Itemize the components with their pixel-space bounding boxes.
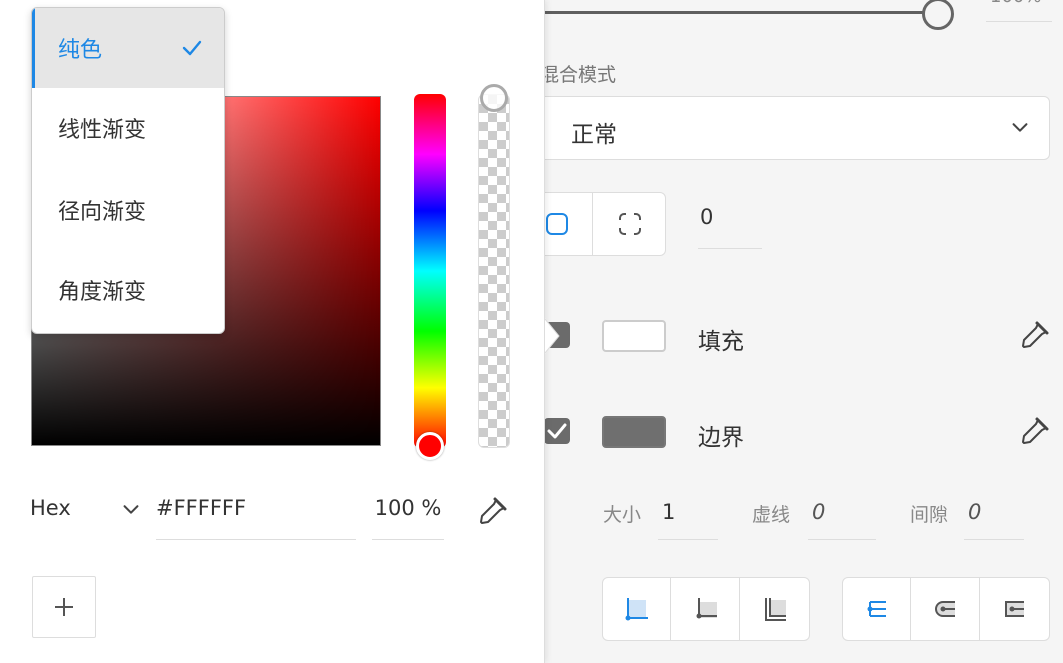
stroke-align-group [602,577,810,641]
cap-butt-button[interactable] [843,578,911,640]
eyedropper-icon[interactable] [1018,416,1050,448]
check-icon [182,40,202,56]
color-mode-select[interactable]: Hex [30,496,71,520]
stroke-align-center-button[interactable] [672,578,740,640]
gap-input[interactable]: 0 [964,498,1024,540]
cap-round-icon [934,601,955,617]
corner-radius-input[interactable]: 0 [698,205,762,249]
stroke-size-input[interactable]: 1 [658,498,718,540]
alpha-slider[interactable] [478,94,510,448]
blend-mode-label: 混合模式 [540,64,617,86]
hue-slider-handle[interactable] [416,432,444,460]
stroke-align-outside-button[interactable] [741,578,809,640]
menu-item-label: 径向渐变 [58,200,147,225]
blend-mode-value: 正常 [571,122,617,148]
fill-type-menu: 纯色 线性渐变 径向渐变 角度渐变 [31,7,225,334]
menu-item-linear-gradient[interactable]: 线性渐变 [32,88,224,168]
cap-round-button[interactable] [912,578,980,640]
chevron-down-icon[interactable] [120,498,142,520]
gap-label: 间隙 [910,504,949,526]
stroke-outside-icon [765,598,786,621]
opacity-slider-track[interactable] [520,11,940,14]
independent-corners-icon [619,213,641,235]
stroke-cap-group [842,577,1050,641]
fill-color-swatch[interactable] [602,320,666,352]
dash-label: 虚线 [752,504,791,526]
alpha-percent-input[interactable]: 100 % [372,490,444,540]
stroke-label: 边界 [698,425,744,451]
stroke-inside-icon [625,598,648,621]
opacity-value-field[interactable]: 100% [986,0,1052,22]
eyedropper-icon[interactable] [1018,320,1050,352]
menu-item-radial-gradient[interactable]: 径向渐变 [32,170,224,250]
stroke-color-swatch[interactable] [602,416,666,448]
plus-icon [55,598,73,616]
stroke-center-icon [696,598,717,619]
menu-item-label: 角度渐变 [58,280,147,305]
rounded-square-icon [545,213,568,235]
opacity-slider-handle[interactable] [922,0,954,30]
blend-mode-select[interactable]: 正常 [520,96,1050,160]
menu-item-solid[interactable]: 纯色 [32,8,224,88]
cap-square-button[interactable] [981,578,1049,640]
chevron-down-icon [1012,123,1028,132]
dash-input[interactable]: 0 [808,498,876,540]
menu-item-label: 纯色 [58,38,103,63]
popover-pointer [544,318,560,354]
stroke-align-inside-button[interactable] [603,578,671,640]
eyedropper-icon[interactable] [476,496,508,528]
cap-square-icon [1005,601,1024,617]
alpha-slider-handle[interactable] [480,84,508,112]
fill-label: 填充 [698,329,744,355]
independent-corners-button[interactable] [594,193,666,255]
hex-input[interactable]: #FFFFFF [156,490,356,540]
checkmark-icon [547,423,567,439]
add-color-button[interactable] [32,576,96,638]
menu-item-label: 线性渐变 [58,118,147,143]
cap-butt-icon [867,601,886,617]
stroke-checkbox[interactable] [544,418,570,444]
menu-item-angular-gradient[interactable]: 角度渐变 [32,250,224,330]
stroke-size-label: 大小 [603,504,642,526]
hue-slider[interactable] [414,94,446,448]
